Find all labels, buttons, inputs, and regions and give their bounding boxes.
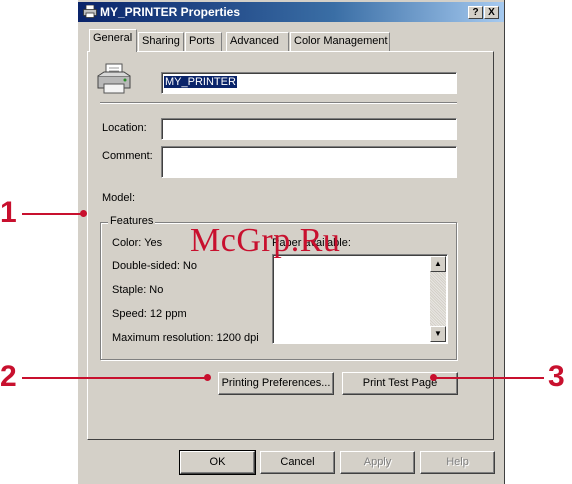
window-title: MY_PRINTER Properties [100,5,241,19]
scroll-down-icon[interactable]: ▼ [430,326,446,342]
tab-sharing[interactable]: Sharing [138,32,184,51]
print-test-page-button[interactable]: Print Test Page [342,372,458,395]
tab-color-management[interactable]: Color Management [290,32,390,51]
ok-button[interactable]: OK [179,450,256,475]
printing-preferences-button[interactable]: Printing Preferences... [218,372,334,395]
cancel-button[interactable]: Cancel [260,451,335,474]
separator [100,102,457,104]
callout-1-dot [80,210,87,217]
feature-staple: Staple: No [112,284,164,296]
tab-general[interactable]: General [89,29,137,52]
callout-1-line [22,213,84,215]
paper-list-scrollbar[interactable]: ▲ ▼ [430,256,446,342]
paper-available-list[interactable]: ▲ ▼ [272,254,448,344]
callout-1-number: 1 [0,196,17,229]
printer-name-value: MY_PRINTER [164,76,237,88]
feature-double-sided: Double-sided: No [112,260,197,272]
feature-speed: Speed: 12 ppm [112,308,187,320]
help-button[interactable]: Help [420,451,495,474]
printer-large-icon [97,63,131,94]
feature-color: Color: Yes [112,237,163,249]
location-input[interactable] [161,118,457,140]
callout-3-dot [430,374,437,381]
apply-button[interactable]: Apply [340,451,415,474]
features-title: Features [108,215,156,227]
callout-2-dot [204,374,211,381]
help-title-button[interactable]: ? [468,6,483,19]
comment-label: Comment: [102,150,153,162]
callout-2-number: 2 [0,360,17,393]
close-title-button[interactable]: X [484,6,499,19]
model-label: Model: [102,192,136,204]
callout-3-number: 3 [548,360,565,393]
location-label: Location: [102,122,147,134]
callout-2-line [22,377,208,379]
watermark-text: McGrp.Ru [190,222,341,259]
printer-icon [83,5,97,18]
feature-max-resolution: Maximum resolution: 1200 dpi [112,332,259,344]
tab-advanced[interactable]: Advanced [226,32,289,51]
scroll-up-icon[interactable]: ▲ [430,256,446,272]
tab-ports[interactable]: Ports [185,32,222,51]
title-bar: MY_PRINTER Properties ? X [78,2,504,22]
printer-name-field[interactable]: MY_PRINTER [161,72,457,94]
comment-input[interactable] [161,146,457,178]
callout-3-line [432,377,544,379]
